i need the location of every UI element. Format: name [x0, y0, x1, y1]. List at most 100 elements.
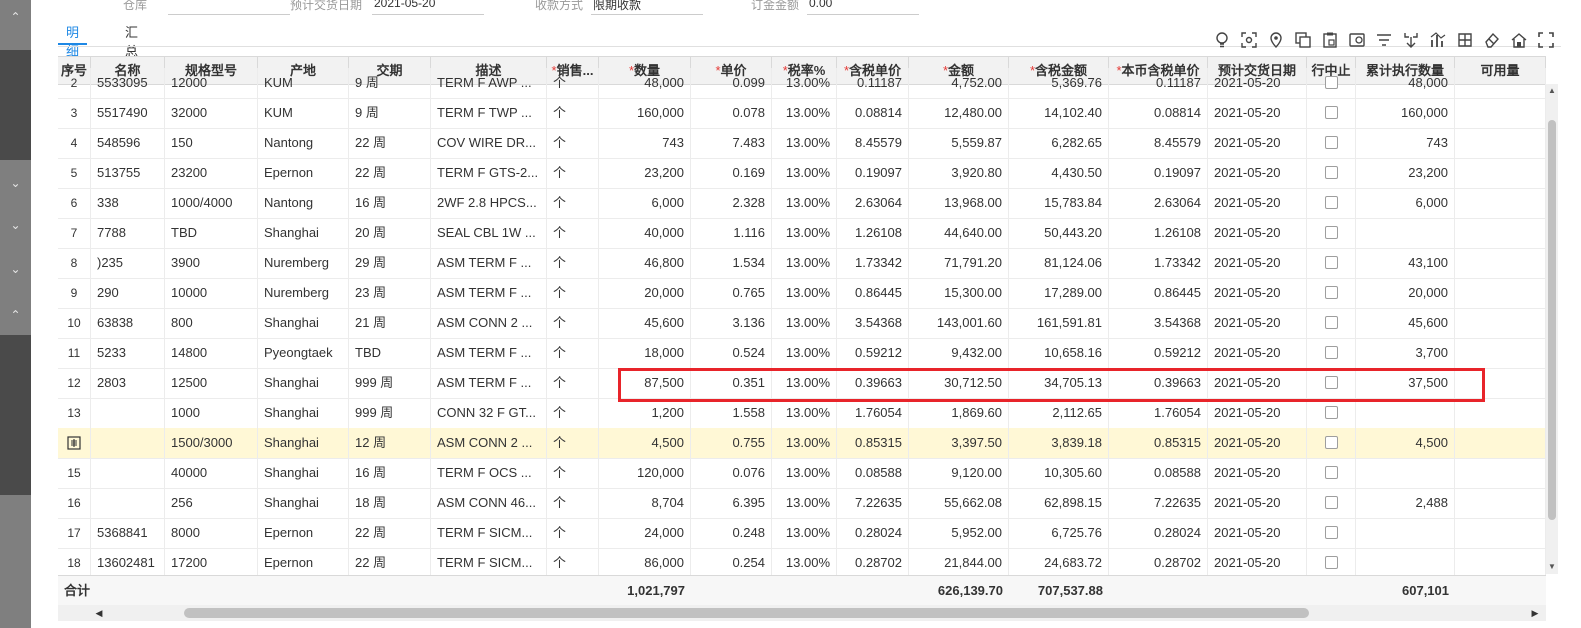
chevron-down-icon[interactable]: ⌄	[0, 218, 31, 232]
cell-tax-rate[interactable]: 13.00%	[772, 488, 837, 518]
cell-quantity[interactable]: 23,200	[599, 158, 691, 188]
cell-name[interactable]: 338	[91, 188, 165, 218]
table-row[interactable]: 10 63838 800 Shanghai 21 周 ASM CONN 2 ... 个 45,…	[58, 308, 1546, 339]
cell-description[interactable]: TERM F OCS ...	[431, 458, 547, 488]
payment-method-select[interactable]: 限期收款	[591, 0, 703, 15]
cell-sales-unit[interactable]: 个	[547, 458, 599, 488]
cell-sales-unit[interactable]: 个	[547, 188, 599, 218]
cell-description[interactable]: ASM CONN 2 ...	[431, 308, 547, 338]
cell-tax-rate[interactable]: 13.00%	[772, 98, 837, 128]
cell-tax-amount[interactable]: 5,369.76	[1009, 68, 1109, 98]
cell-local-tax-unit-price[interactable]: 0.59212	[1109, 338, 1208, 368]
cell-name[interactable]: 548596	[91, 128, 165, 158]
cell-unit-price[interactable]: 0.254	[691, 548, 772, 578]
cell-unit-price[interactable]: 7.483	[691, 128, 772, 158]
cell-description[interactable]: ASM TERM F ...	[431, 248, 547, 278]
filter-icon[interactable]	[1375, 31, 1393, 49]
cell-quantity[interactable]: 20,000	[599, 278, 691, 308]
cell-delivery-date[interactable]: 2021-05-20	[1208, 128, 1307, 158]
cell-delivery-date[interactable]: 2021-05-20	[1208, 458, 1307, 488]
cell-tax-rate[interactable]: 13.00%	[772, 428, 837, 458]
cell-spec[interactable]: 17200	[165, 548, 258, 578]
cell-spec[interactable]: 1000/4000	[165, 188, 258, 218]
cell-tax-rate[interactable]: 13.00%	[772, 398, 837, 428]
cell-local-tax-unit-price[interactable]: 0.11187	[1109, 68, 1208, 98]
cell-quantity[interactable]: 46,800	[599, 248, 691, 278]
cell-tax-unit-price[interactable]: 0.86445	[837, 278, 909, 308]
cell-local-tax-unit-price[interactable]: 0.19097	[1109, 158, 1208, 188]
cell-quantity[interactable]: 86,000	[599, 548, 691, 578]
line-stop-checkbox[interactable]	[1324, 436, 1338, 450]
cell-tax-rate[interactable]: 13.00%	[772, 218, 837, 248]
cell-tax-unit-price[interactable]: 0.39663	[837, 368, 909, 398]
horizontal-scrollbar[interactable]: ◀ ▶	[58, 605, 1546, 621]
cell-amount[interactable]: 9,432.00	[909, 338, 1009, 368]
cell-spec[interactable]: 150	[165, 128, 258, 158]
chart-icon[interactable]	[1429, 31, 1447, 49]
cell-delivery-date[interactable]: 2021-05-20	[1208, 518, 1307, 548]
cell-delivery-date[interactable]: 2021-05-20	[1208, 188, 1307, 218]
scroll-left-arrow-icon[interactable]: ◀	[92, 605, 106, 621]
table-row[interactable]: 9 290 10000 Nuremberg 23 周 ASM TERM F ... 个 20,…	[58, 278, 1546, 309]
cell-unit-price[interactable]: 0.078	[691, 98, 772, 128]
cell-local-tax-unit-price[interactable]: 0.86445	[1109, 278, 1208, 308]
cell-unit-price[interactable]: 1.558	[691, 398, 772, 428]
vertical-scroll-thumb[interactable]	[1548, 120, 1556, 520]
tab-summary[interactable]: 汇总	[125, 22, 138, 60]
cell-tax-amount[interactable]: 4,430.50	[1009, 158, 1109, 188]
cell-sales-unit[interactable]: 个	[547, 218, 599, 248]
cell-delivery-date[interactable]: 2021-05-20	[1208, 398, 1307, 428]
cell-unit-price[interactable]: 0.076	[691, 458, 772, 488]
cell-local-tax-unit-price[interactable]: 3.54368	[1109, 308, 1208, 338]
cell-description[interactable]: ASM TERM F ...	[431, 278, 547, 308]
cell-tax-unit-price[interactable]: 0.08588	[837, 458, 909, 488]
cell-tax-amount[interactable]: 161,591.81	[1009, 308, 1109, 338]
cell-tax-amount[interactable]: 6,282.65	[1009, 128, 1109, 158]
cell-description[interactable]: TERM F GTS-2...	[431, 158, 547, 188]
horizontal-scroll-thumb[interactable]	[184, 608, 1309, 618]
cell-seq[interactable]	[58, 428, 91, 458]
cell-tax-amount[interactable]: 50,443.20	[1009, 218, 1109, 248]
cell-description[interactable]: CONN 32 F GT...	[431, 398, 547, 428]
line-stop-checkbox[interactable]	[1324, 106, 1338, 120]
cell-tax-rate[interactable]: 13.00%	[772, 308, 837, 338]
cell-tax-rate[interactable]: 13.00%	[772, 518, 837, 548]
cell-sales-unit[interactable]: 个	[547, 128, 599, 158]
cell-quantity[interactable]: 48,000	[599, 68, 691, 98]
cell-tax-amount[interactable]: 10,658.16	[1009, 338, 1109, 368]
cell-name[interactable]: 7788	[91, 218, 165, 248]
cell-unit-price[interactable]: 1.534	[691, 248, 772, 278]
scroll-right-arrow-icon[interactable]: ▶	[1528, 605, 1542, 621]
cell-tax-rate[interactable]: 13.00%	[772, 548, 837, 578]
split-icon[interactable]	[1402, 31, 1420, 49]
line-stop-checkbox[interactable]	[1324, 496, 1338, 510]
table-row[interactable]: 15 40000 Shanghai 16 周 TERM F OCS ... 个 120,00…	[58, 458, 1546, 489]
cell-description[interactable]: SEAL CBL 1W ...	[431, 218, 547, 248]
cell-quantity[interactable]: 24,000	[599, 518, 691, 548]
cell-quantity[interactable]: 1,200	[599, 398, 691, 428]
cell-tax-amount[interactable]: 2,112.65	[1009, 398, 1109, 428]
cell-amount[interactable]: 55,662.08	[909, 488, 1009, 518]
cell-name[interactable]: )235	[91, 248, 165, 278]
cell-local-tax-unit-price[interactable]: 1.73342	[1109, 248, 1208, 278]
cell-delivery-date[interactable]: 2021-05-20	[1208, 548, 1307, 578]
cell-name[interactable]: 5517490	[91, 98, 165, 128]
cell-name[interactable]: 63838	[91, 308, 165, 338]
cell-name[interactable]	[91, 398, 165, 428]
cell-unit-price[interactable]: 2.328	[691, 188, 772, 218]
cell-description[interactable]: ASM TERM F ...	[431, 368, 547, 398]
tab-detail[interactable]: 明细	[57, 22, 88, 60]
cell-local-tax-unit-price[interactable]: 1.26108	[1109, 218, 1208, 248]
line-stop-checkbox[interactable]	[1324, 226, 1338, 240]
cell-description[interactable]: COV WIRE DR...	[431, 128, 547, 158]
cell-unit-price[interactable]: 0.351	[691, 368, 772, 398]
table-row[interactable]: 11 5233 14800 Pyeongtaek TBD ASM TERM F ... 个 1…	[58, 338, 1546, 369]
cell-spec[interactable]: 40000	[165, 458, 258, 488]
cell-tax-unit-price[interactable]: 8.45579	[837, 128, 909, 158]
cell-amount[interactable]: 13,968.00	[909, 188, 1009, 218]
line-stop-checkbox[interactable]	[1324, 556, 1338, 570]
cell-spec[interactable]: 10000	[165, 278, 258, 308]
cell-tax-amount[interactable]: 15,783.84	[1009, 188, 1109, 218]
cell-tax-unit-price[interactable]: 0.28024	[837, 518, 909, 548]
cell-quantity[interactable]: 6,000	[599, 188, 691, 218]
